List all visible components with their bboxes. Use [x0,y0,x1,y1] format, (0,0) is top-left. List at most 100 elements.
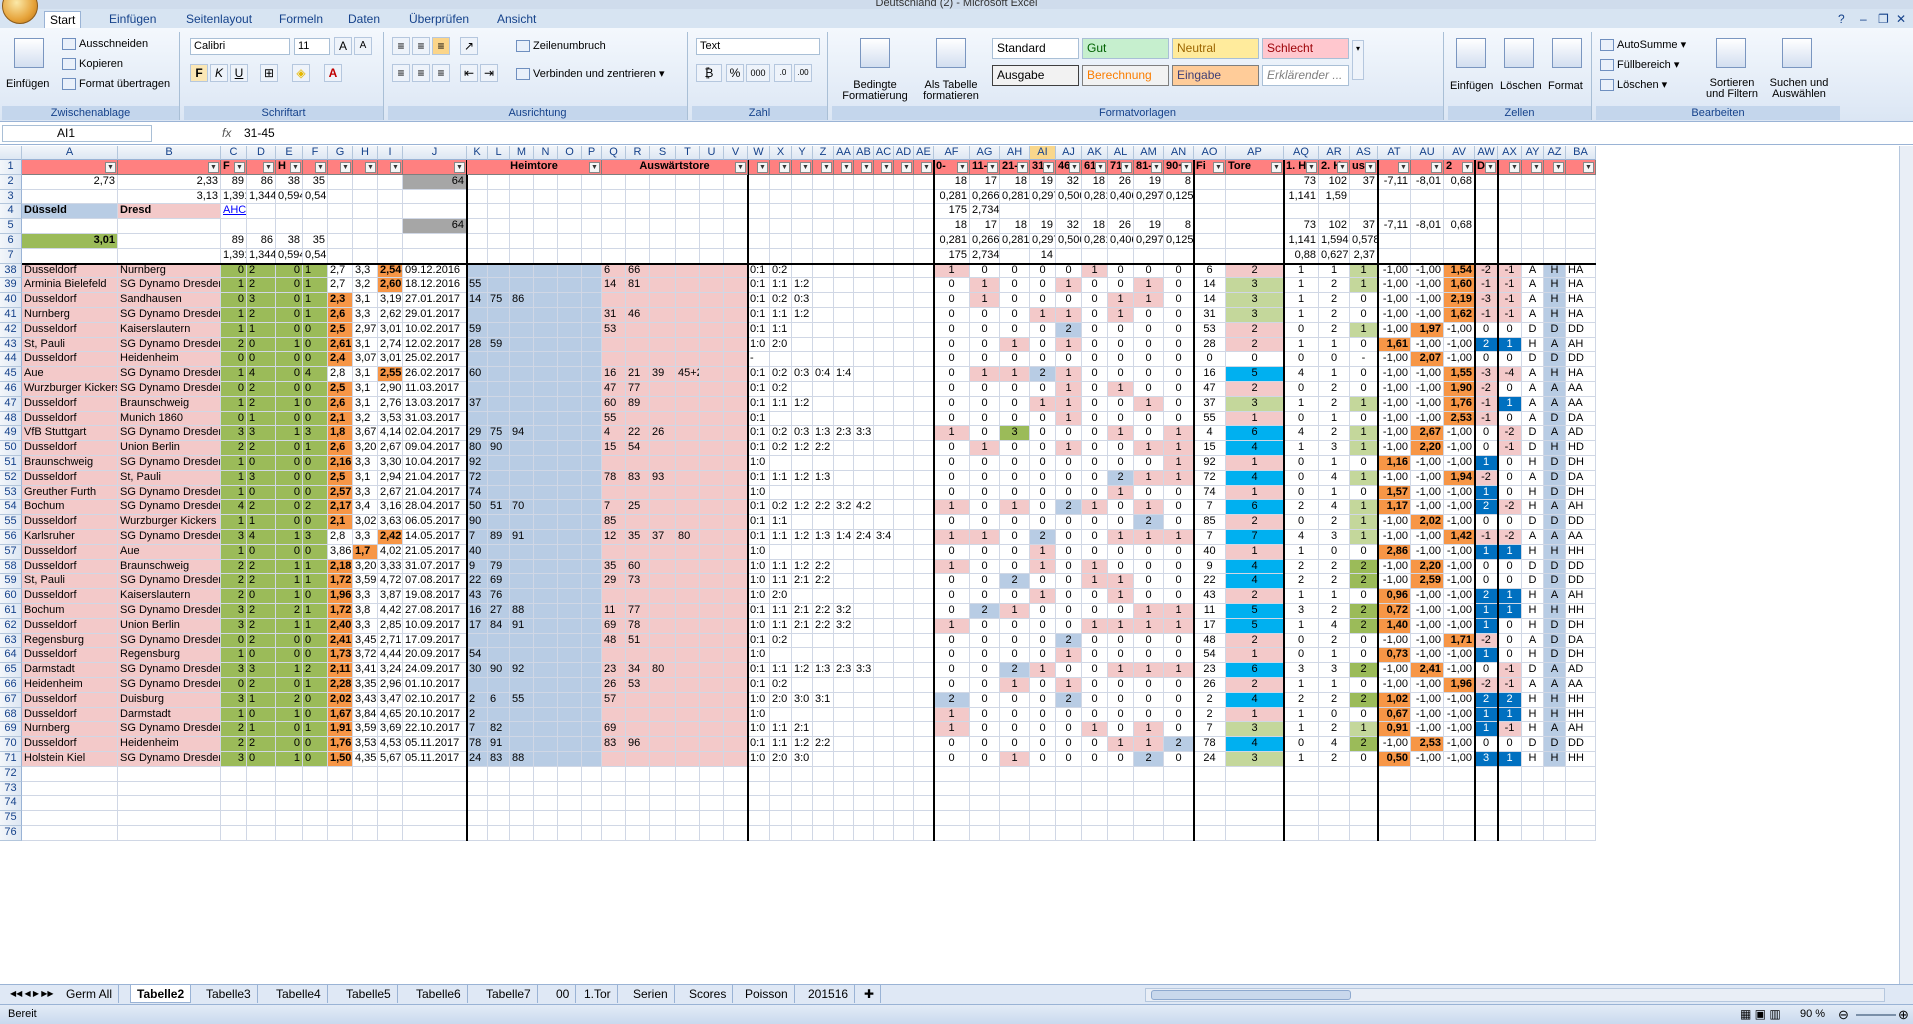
column-header-n[interactable]: N [534,146,558,160]
row-header[interactable]: 53 [0,485,22,501]
header-cell-ae[interactable]: ▼ [914,160,934,175]
row-header[interactable]: 1 [0,160,22,175]
row-header[interactable]: 54 [0,500,22,516]
filter-dropdown-icon[interactable]: ▼ [1583,162,1594,173]
column-header-ag[interactable]: AG [970,146,1000,160]
header-cell-am[interactable]: 81- ▼ [1134,160,1164,175]
header-cell-aq[interactable]: 1. H ▼ [1284,160,1319,175]
filter-dropdown-icon[interactable]: ▼ [757,162,768,173]
row-header[interactable]: 7 [0,248,22,264]
insert-cells-button[interactable]: Einfügen [1450,80,1493,92]
header-cell-e[interactable]: H ▼ [276,160,303,175]
align-top-icon[interactable]: ≡ [392,37,410,55]
percent-icon[interactable]: % [726,64,744,82]
row-header[interactable]: 58 [0,559,22,575]
column-header-l[interactable]: L [488,146,510,160]
row-header[interactable]: 76 [0,826,22,841]
indent-increase-icon[interactable]: ⇥ [480,64,498,82]
copy-button[interactable]: Kopieren [62,58,123,71]
column-header-c[interactable]: C [221,146,247,160]
row-header[interactable]: 50 [0,441,22,456]
row-header[interactable]: 41 [0,308,22,323]
tab-ueberpruefen[interactable]: Überprüfen [404,11,474,28]
header-cell-aw[interactable]: D ▼ [1475,160,1498,175]
worksheet-grid[interactable]: A B C D E F G H I J K L M N O P Q R S T U V W X Y Z AA AB AC AD AE AF AG… [0,146,1913,984]
column-header-m[interactable]: M [510,146,534,160]
column-header-h[interactable]: H [353,146,378,160]
clear-button[interactable]: Löschen ▾ [1600,78,1667,92]
header-cell-ao[interactable]: Fi ▼ [1194,160,1226,175]
filter-dropdown-icon[interactable]: ▼ [1213,162,1224,173]
column-header-at[interactable]: AT [1378,146,1411,160]
autosum-button[interactable]: AutoSumme ▾ [1600,38,1686,52]
style-neutral[interactable]: Neutral [1172,38,1259,59]
filter-dropdown-icon[interactable]: ▼ [1398,162,1409,173]
format-as-table-button[interactable]: Als Tabelle formatieren [916,80,986,102]
align-middle-icon[interactable]: ≡ [412,37,430,55]
column-header-ax[interactable]: AX [1498,146,1522,160]
header-cell-j[interactable]: ▼ [403,160,467,175]
header-cell-au[interactable]: ▼ [1411,160,1444,175]
column-header-o[interactable]: O [558,146,582,160]
column-header-an[interactable]: AN [1164,146,1194,160]
orientation-icon[interactable]: ↗ [460,37,478,55]
style-standard[interactable]: Standard [992,38,1079,59]
filter-dropdown-icon[interactable]: ▼ [390,162,401,173]
column-header-g[interactable]: G [328,146,353,160]
row-header[interactable]: 74 [0,796,22,812]
align-bottom-icon[interactable]: ≡ [432,37,450,55]
column-header-b[interactable]: B [118,146,221,160]
column-header-z[interactable]: Z [813,146,834,160]
column-header-x[interactable]: X [770,146,792,160]
header-cell-ah[interactable]: 21- ▼ [1000,160,1030,175]
row-header[interactable]: 49 [0,426,22,442]
header-cell-c[interactable]: F ▼ [221,160,247,175]
sheet-tab[interactable]: 1.Tor [578,985,618,1003]
row-header[interactable]: 45 [0,367,22,382]
filter-dropdown-icon[interactable]: ▼ [234,162,245,173]
column-header-r[interactable]: R [626,146,650,160]
row-header[interactable]: 56 [0,530,22,545]
filter-dropdown-icon[interactable]: ▼ [1462,162,1473,173]
filter-dropdown-icon[interactable]: ▼ [957,162,968,173]
filter-dropdown-icon[interactable]: ▼ [1531,162,1542,173]
row-header[interactable]: 47 [0,396,22,412]
paste-button[interactable]: Einfügen [6,78,49,90]
filter-dropdown-icon[interactable]: ▼ [1337,162,1348,173]
sheet-tab[interactable]: Serien [627,985,675,1003]
filter-dropdown-icon[interactable]: ▼ [1485,162,1496,173]
format-cells-button[interactable]: Format [1548,80,1583,92]
merge-center-button[interactable]: Verbinden und zentrieren ▾ [516,67,665,81]
filter-dropdown-icon[interactable]: ▼ [1121,162,1132,173]
wrap-text-button[interactable]: Zeilenumbruch [516,40,606,53]
sheet-tab[interactable]: 00 [550,985,577,1003]
header-cell-z[interactable]: ▼ [813,160,834,175]
filter-dropdown-icon[interactable]: ▼ [1151,162,1162,173]
filter-dropdown-icon[interactable]: ▼ [208,162,219,173]
tab-ansicht[interactable]: Ansicht [492,11,541,28]
header-cell-ab[interactable]: ▼ [854,160,874,175]
conditional-format-button[interactable]: Bedingte Formatierung [840,80,910,102]
zoom-out-icon[interactable]: ⊖ [1838,1005,1849,1024]
filter-dropdown-icon[interactable]: ▼ [365,162,376,173]
column-header-ae[interactable]: AE [914,146,934,160]
shrink-font-icon[interactable]: A [354,37,372,55]
header-cell-ap[interactable]: Tore ▼ [1226,160,1284,175]
row-header[interactable]: 75 [0,811,22,826]
header-cell-ak[interactable]: 61- ▼ [1082,160,1108,175]
column-header-j[interactable]: J [403,146,467,160]
decrease-decimal-icon[interactable]: .00 [794,64,812,82]
header-cell-d[interactable]: ▼ [247,160,276,175]
filter-dropdown-icon[interactable]: ▼ [841,162,852,173]
style-berechnung[interactable]: Berechnung [1082,65,1169,86]
filter-dropdown-icon[interactable]: ▼ [105,162,116,173]
header-cell-k[interactable]: Heimtore ▼ [467,160,602,175]
column-header-ba[interactable]: BA [1566,146,1596,160]
thousands-icon[interactable]: 000 [746,64,770,82]
filter-dropdown-icon[interactable]: ▼ [1271,162,1282,173]
row-header[interactable]: 46 [0,382,22,397]
column-header-am[interactable]: AM [1134,146,1164,160]
row-header[interactable]: 5 [0,219,22,234]
filter-dropdown-icon[interactable]: ▼ [779,162,790,173]
filter-dropdown-icon[interactable]: ▼ [1095,162,1106,173]
